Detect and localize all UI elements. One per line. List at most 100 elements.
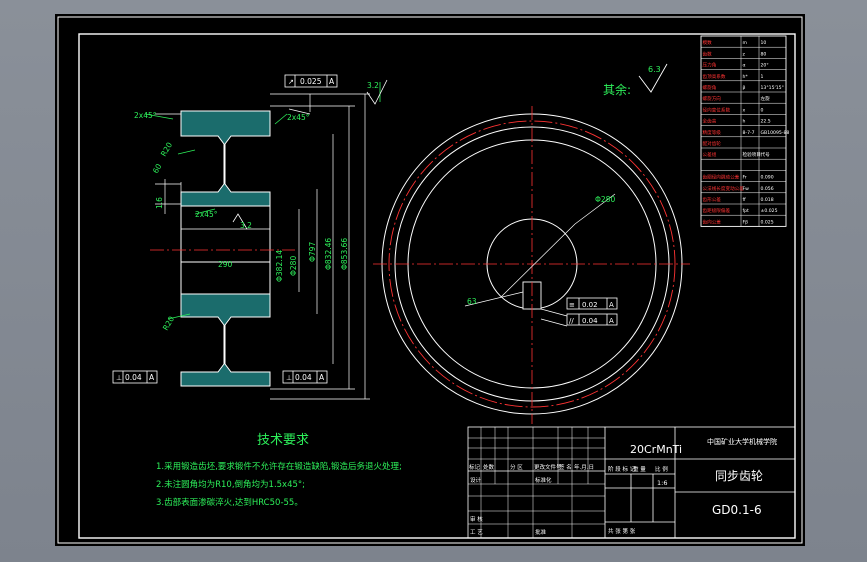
param-cell-0-0: 模数 — [703, 39, 713, 46]
parameter-table: 模数 m 10 齿数 z 80 压力角 α 20° 齿顶高系数 h* 1 螺旋角 β 13°15'15" 螺旋… — [700, 35, 790, 227]
param-cell-2-1: α — [743, 64, 746, 69]
label-count: 处数 — [483, 463, 495, 471]
param-cell-12-2: 0.090 — [761, 175, 774, 181]
param-cell-14-2: 0.018 — [761, 197, 774, 203]
label-weight: 重 量 — [633, 465, 646, 473]
param-cell-5-0: 螺旋方向 — [703, 95, 722, 102]
param-cell-5-2: 左旋 — [761, 95, 771, 102]
label-date: 年.月.日 — [574, 463, 594, 471]
param-cell-6-1: x — [743, 108, 746, 113]
dim-width-text: 290 — [218, 260, 233, 269]
param-cell-10-1: 检验项目 — [743, 151, 761, 158]
label-standard: 标准化 — [535, 476, 552, 484]
dim-outer-text: Φ853.66 — [340, 238, 349, 270]
label-process: 工 艺 — [470, 529, 483, 536]
param-cell-2-2: 20° — [761, 63, 769, 69]
param-cell-12-1: Fr — [743, 175, 747, 181]
label-stage: 阶 段 标 记 — [608, 465, 636, 473]
cad-drawing: ↗ ⊥ ⊥ 0.025 A 0.04 A 0.04 A 3.2 2x45° 2x… — [57, 16, 803, 544]
technical-requirements: 技术要求 1.采用锻造齿坯,要求锻件不允许存在锻造缺陷,锻造后务退火处理; 2.… — [156, 433, 402, 508]
param-cell-8-1: 8-7-7 — [743, 130, 755, 136]
param-cell-7-1: h — [743, 119, 746, 125]
dim-pitch-text: Φ832.46 — [324, 238, 333, 270]
datum-a-right: A — [319, 373, 325, 382]
param-cell-7-2: 22.5 — [761, 119, 771, 125]
param-cell-16-2: 0.025 — [761, 219, 774, 225]
param-cell-10-0: 公差组 — [703, 151, 717, 158]
dim-bore-text: Φ280 — [289, 256, 298, 276]
label-mark: 标记 — [469, 463, 481, 471]
dim-bore-front-text: Φ280 — [595, 195, 615, 204]
runout-tolerance-text: 0.025 — [300, 77, 322, 86]
chamfer-top-left-text: 2x45° — [134, 111, 157, 120]
label-ratio: 比 例 — [655, 465, 668, 473]
datum-a-par: A — [609, 317, 614, 325]
perp-right-text: 0.04 — [295, 373, 312, 382]
tech-title: 技术要求 — [257, 433, 309, 448]
param-cell-8-2: GB10095-88 — [761, 130, 790, 136]
param-cell-6-0: 径向变位系数 — [703, 106, 731, 113]
roughness-bore-text: 3.2 — [240, 221, 252, 230]
param-cell-13-1: Fw — [743, 186, 750, 192]
param-cell-15-2: ±0.025 — [761, 208, 778, 214]
tech-note-3: 3.齿部表面渗碳淬火,达到HRC50-55。 — [156, 497, 303, 508]
param-cell-13-2: 0.056 — [761, 186, 774, 192]
sym-tol-text: 0.02 — [582, 301, 598, 309]
svg-text:≡: ≡ — [569, 301, 575, 309]
perp-left-text: 0.04 — [125, 373, 142, 382]
front-view: ≡ // 0.02 A 0.04 A Φ280 63 其余: 6.3 — [373, 63, 690, 424]
section-view: ↗ ⊥ ⊥ 0.025 A 0.04 A 0.04 A 3.2 2x45° 2x… — [112, 74, 388, 400]
chamfer-web-text: 2x45° — [195, 210, 218, 219]
upper-rim-section — [180, 110, 271, 207]
param-cell-9-0: 配对齿轮 — [703, 140, 722, 147]
param-cell-1-2: 80 — [761, 51, 767, 57]
label-design: 设计 — [470, 476, 482, 484]
label-review: 审 核 — [470, 515, 483, 523]
svg-text:↗: ↗ — [288, 78, 294, 86]
scale-text: 1:6 — [657, 479, 667, 487]
label-sign: 签 名 — [559, 463, 572, 471]
param-cell-15-1: fpt — [743, 208, 750, 214]
param-cell-7-0: 全齿高 — [703, 118, 717, 125]
material-text: 20CrMnTi — [630, 443, 682, 456]
datum-a-left: A — [149, 373, 155, 382]
svg-text://: // — [569, 317, 574, 325]
part-name-text: 同步齿轮 — [715, 469, 763, 483]
datum-a-text: A — [329, 77, 335, 86]
param-cell-10-2: 代号 — [761, 151, 771, 158]
radius-top-text: R20 — [159, 141, 174, 158]
drawing-sheet: ↗ ⊥ ⊥ 0.025 A 0.04 A 0.04 A 3.2 2x45° 2x… — [55, 14, 805, 546]
label-change-doc: 更改文件号 — [534, 463, 562, 471]
param-cell-4-1: β — [743, 85, 746, 91]
school-text: 中国矿业大学机械学院 — [707, 437, 777, 446]
param-cell-1-0: 齿数 — [703, 50, 713, 57]
label-sheets: 共 张 第 张 — [608, 527, 636, 535]
roughness-top-text: 3.2 — [367, 81, 379, 90]
roughness-other-value: 6.3 — [648, 65, 661, 74]
chamfer-top-right-text: 2x45° — [287, 113, 310, 122]
param-cell-16-0: 齿向公差 — [703, 218, 722, 225]
param-cell-4-0: 螺旋角 — [703, 84, 717, 91]
param-cell-1-1: z — [743, 52, 746, 57]
param-cell-0-2: 10 — [761, 40, 767, 46]
dim-root-text: Φ797 — [308, 242, 317, 262]
param-cell-15-0: 齿距极限偏差 — [703, 207, 731, 214]
param-cell-2-0: 压力角 — [703, 62, 717, 69]
title-block-text: 20CrMnTi 中国矿业大学机械学院 同步齿轮 GD0.1-6 1:6 标记 … — [469, 437, 777, 536]
param-cell-13-0: 公法线长度变动公差 — [703, 185, 745, 192]
roughness-other-label: 其余: — [603, 82, 631, 97]
param-cell-3-2: 1 — [761, 74, 764, 80]
param-cell-14-0: 齿形公差 — [703, 196, 722, 203]
param-cell-14-1: ff — [743, 197, 747, 203]
tech-note-1: 1.采用锻造齿坯,要求锻件不允许存在锻造缺陷,锻造后务退火处理; — [156, 461, 402, 472]
lower-rim-section — [180, 293, 271, 387]
param-cell-4-2: 13°15'15" — [761, 85, 784, 91]
param-cell-8-0: 精度等级 — [703, 129, 722, 136]
par-tol-text: 0.04 — [582, 317, 598, 325]
dim-hub-text: Φ382.14 — [275, 250, 284, 282]
param-cell-6-2: 0 — [761, 107, 764, 113]
param-cell-0-1: m — [743, 41, 748, 46]
param-cell-16-1: Fβ — [743, 219, 749, 225]
param-cell-3-1: h* — [743, 74, 749, 80]
radius-bottom-text: R20 — [161, 315, 176, 332]
